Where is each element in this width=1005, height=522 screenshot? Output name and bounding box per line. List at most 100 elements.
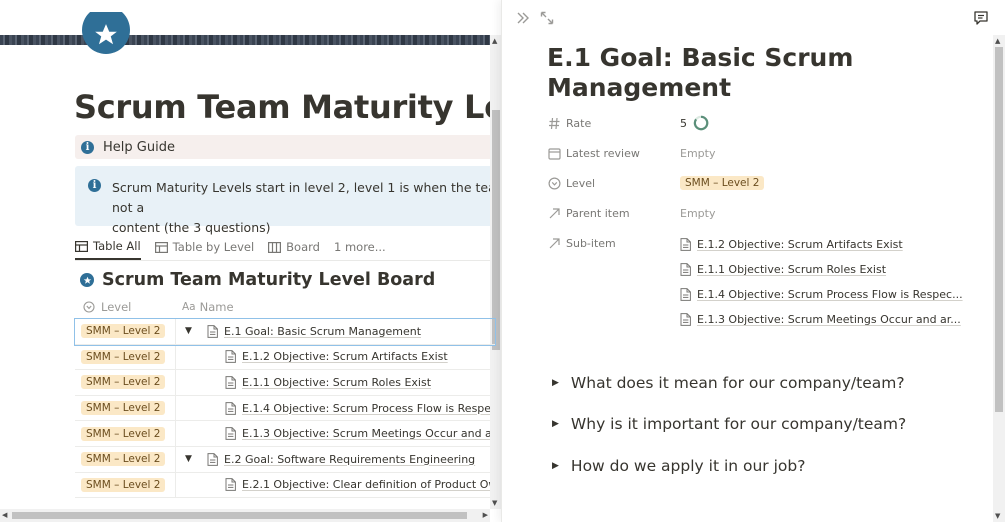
toggle-block[interactable]: ▶ What does it mean for our company/team… bbox=[552, 374, 905, 392]
scroll-down-arrow-icon[interactable]: ▼ bbox=[995, 512, 1000, 520]
scrollbar-thumb[interactable] bbox=[995, 47, 1003, 412]
parent-item-value[interactable]: Empty bbox=[680, 202, 715, 224]
toggle-down-icon[interactable]: ▼ bbox=[185, 454, 195, 464]
scroll-up-arrow-icon[interactable]: ▲ bbox=[995, 37, 1000, 45]
name-cell[interactable]: E.1.2 Objective: Scrum Artifacts Exist bbox=[177, 345, 495, 370]
row-name: E.2 Goal: Software Requirements Engineer… bbox=[224, 452, 476, 466]
table-row[interactable]: SMM – Level 2 E.2.1 Objective: Clear def… bbox=[75, 472, 495, 499]
page-title: Scrum Team Maturity Level I bbox=[74, 88, 502, 126]
level-cell[interactable]: SMM – Level 2 bbox=[75, 395, 176, 421]
sub-item-link[interactable]: E.1.3 Objective: Scrum Meetings Occur an… bbox=[680, 307, 963, 332]
calendar-icon bbox=[548, 147, 561, 160]
number-icon bbox=[549, 117, 560, 129]
name-cell[interactable]: ▼ E.2 Goal: Software Requirements Engine… bbox=[177, 447, 495, 472]
name-cell[interactable]: E.2.1 Objective: Clear definition of Pro… bbox=[177, 473, 495, 498]
level-cell[interactable]: SMM – Level 2 bbox=[75, 319, 176, 344]
info-icon: i bbox=[81, 140, 94, 154]
property-name[interactable]: Level bbox=[548, 172, 595, 194]
level-cell[interactable]: SMM – Level 2 bbox=[75, 370, 176, 395]
callout: i Scrum Maturity Levels start in level 2… bbox=[75, 166, 502, 235]
property-name[interactable]: Sub-item bbox=[548, 232, 616, 254]
vertical-scrollbar[interactable]: ▲ ▼ bbox=[490, 35, 502, 509]
column-header-name[interactable]: Aa Name bbox=[182, 300, 234, 314]
level-value[interactable]: SMM – Level 2 bbox=[680, 172, 765, 194]
page-icon bbox=[680, 238, 691, 251]
page-icon bbox=[207, 452, 218, 466]
name-cell[interactable]: E.1.4 Objective: Scrum Process Flow is R… bbox=[177, 396, 495, 421]
table-row[interactable]: SMM – Level 2 ▼ E.1 Goal: Basic Scrum Ma… bbox=[74, 318, 496, 346]
sub-item-link[interactable]: E.1.1 Objective: Scrum Roles Exist bbox=[680, 257, 963, 282]
page-icon bbox=[680, 263, 691, 276]
page-icon bbox=[207, 324, 218, 338]
property-latest-review: Latest review Empty bbox=[548, 142, 968, 164]
scroll-left-arrow-icon[interactable]: ◀ bbox=[2, 511, 7, 519]
level-badge: SMM – Level 2 bbox=[81, 426, 166, 441]
row-name: E.1.1 Objective: Scrum Roles Exist bbox=[242, 375, 432, 389]
tab-board[interactable]: Board bbox=[268, 234, 320, 260]
scroll-down-arrow-icon[interactable]: ▼ bbox=[492, 499, 497, 507]
database-title-text: Scrum Team Maturity Level Board bbox=[102, 270, 436, 290]
table-row[interactable]: SMM – Level 2 E.1.2 Objective: Scrum Art… bbox=[75, 344, 495, 371]
rate-value[interactable]: 5 bbox=[680, 112, 709, 134]
level-cell[interactable]: SMM – Level 2 bbox=[75, 472, 176, 498]
property-parent-item: Parent item Empty bbox=[548, 202, 968, 224]
sub-item-link[interactable]: E.1.4 Objective: Scrum Process Flow is R… bbox=[680, 282, 963, 307]
expand-full-page-icon[interactable] bbox=[540, 10, 554, 29]
property-name[interactable]: Parent item bbox=[548, 202, 630, 224]
property-label: Rate bbox=[566, 116, 592, 130]
name-cell[interactable]: E.1.3 Objective: Scrum Meetings Occur an… bbox=[177, 421, 495, 446]
table-row[interactable]: SMM – Level 2 E.1.1 Objective: Scrum Rol… bbox=[75, 370, 495, 396]
toggle-down-icon[interactable]: ▼ bbox=[185, 326, 195, 336]
property-name[interactable]: Rate bbox=[548, 112, 591, 134]
scrollbar-thumb[interactable] bbox=[492, 110, 500, 350]
toggle-right-icon[interactable]: ▶ bbox=[552, 378, 559, 388]
text-type-icon: Aa bbox=[182, 301, 196, 313]
level-cell[interactable]: SMM – Level 2 bbox=[75, 344, 176, 370]
level-cell[interactable]: SMM – Level 2 bbox=[75, 421, 176, 446]
property-name[interactable]: Latest review bbox=[548, 142, 640, 164]
property-rate: Rate 5 bbox=[548, 112, 968, 134]
property-label: Parent item bbox=[566, 206, 630, 220]
more-views-button[interactable]: 1 more... bbox=[334, 234, 386, 260]
name-cell[interactable]: E.1.1 Objective: Scrum Roles Exist bbox=[177, 370, 495, 395]
relation-arrow-icon bbox=[549, 237, 560, 248]
toggle-block[interactable]: ▶ How do we apply it in our job? bbox=[552, 457, 805, 475]
scrollbar-thumb[interactable] bbox=[12, 512, 467, 519]
column-header-level[interactable]: Level bbox=[83, 300, 131, 314]
tab-table-all[interactable]: Table All bbox=[75, 234, 141, 260]
level-badge: SMM – Level 2 bbox=[81, 375, 166, 390]
page-icon bbox=[225, 376, 236, 389]
help-guide-toggle[interactable]: i Help Guide bbox=[75, 135, 495, 159]
comment-icon[interactable] bbox=[973, 10, 989, 30]
horizontal-scrollbar[interactable]: ◀ ▶ bbox=[0, 509, 490, 522]
vertical-scrollbar[interactable]: ▲ ▼ bbox=[993, 35, 1005, 522]
page-icon[interactable] bbox=[82, 12, 130, 66]
name-cell[interactable]: ▼ E.1 Goal: Basic Scrum Management bbox=[177, 319, 495, 344]
sub-item-title: E.1.1 Objective: Scrum Roles Exist bbox=[697, 263, 887, 276]
level-badge: SMM – Level 2 bbox=[81, 452, 166, 467]
scroll-right-arrow-icon[interactable]: ▶ bbox=[483, 511, 488, 519]
level-cell[interactable]: SMM – Level 2 bbox=[75, 446, 176, 472]
table-icon bbox=[154, 241, 168, 253]
sub-item-link[interactable]: E.1.2 Objective: Scrum Artifacts Exist bbox=[680, 232, 963, 257]
property-label: Level bbox=[566, 176, 596, 190]
page-icon bbox=[225, 350, 236, 364]
row-name: E.2.1 Objective: Clear definition of Pro… bbox=[242, 478, 495, 492]
table-row[interactable]: SMM – Level 2 E.1.3 Objective: Scrum Mee… bbox=[75, 421, 495, 447]
help-guide-label: Help Guide bbox=[103, 139, 175, 155]
tab-table-by-level[interactable]: Table by Level bbox=[154, 234, 254, 260]
page-icon bbox=[225, 401, 236, 415]
select-icon bbox=[83, 301, 95, 313]
scroll-up-arrow-icon[interactable]: ▲ bbox=[492, 37, 497, 45]
peek-page-title[interactable]: E.1 Goal: Basic Scrum Management bbox=[547, 43, 947, 103]
table-row[interactable]: SMM – Level 2 ▼ E.2 Goal: Software Requi… bbox=[75, 446, 495, 473]
toggle-heading: What does it mean for our company/team? bbox=[570, 374, 905, 392]
close-peek-double-chevron-icon[interactable] bbox=[516, 10, 530, 29]
info-icon: i bbox=[88, 179, 101, 192]
toggle-block[interactable]: ▶ Why is it important for our company/te… bbox=[552, 415, 906, 433]
toggle-right-icon[interactable]: ▶ bbox=[552, 461, 559, 471]
table-row[interactable]: SMM – Level 2 E.1.4 Objective: Scrum Pro… bbox=[75, 395, 495, 422]
toggle-right-icon[interactable]: ▶ bbox=[552, 419, 559, 429]
cover-image[interactable] bbox=[0, 35, 490, 45]
latest-review-value[interactable]: Empty bbox=[680, 142, 715, 164]
